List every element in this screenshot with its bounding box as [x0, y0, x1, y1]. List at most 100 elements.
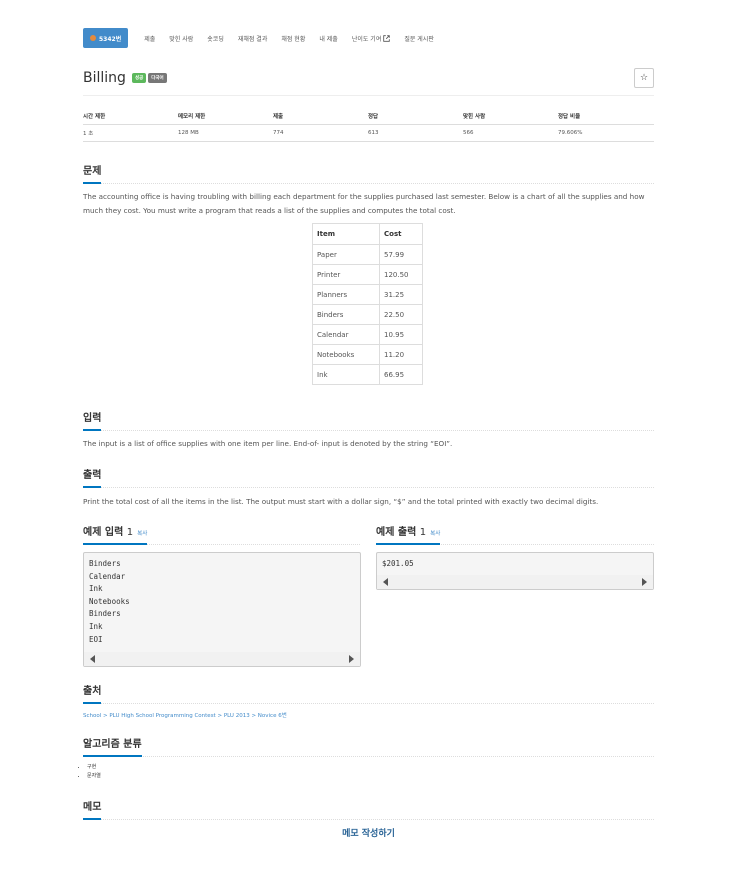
algorithm-tag[interactable]: 구현	[87, 763, 101, 772]
section-title: 알고리즘 분류	[83, 735, 142, 757]
star-icon: ☆	[639, 73, 649, 83]
submissions-count: 774	[273, 130, 284, 136]
cost-cell: 66.95	[379, 364, 423, 385]
info-value-row: 1 초 128 MB 774 613 566 79.606%	[83, 125, 654, 142]
sample-input-line: Ink	[89, 621, 103, 631]
tab-label: 난이도 기여	[351, 35, 382, 43]
cost-cell: 11.20	[379, 344, 423, 365]
cost-cell: 57.99	[379, 244, 423, 265]
solvers-count: 566	[463, 130, 474, 136]
sample-input-label: 예제 입력	[83, 527, 124, 538]
table-row: Paper 57.99	[312, 244, 423, 265]
section-title: 출처	[83, 682, 102, 704]
tab-label: 재채점 결과	[237, 35, 268, 43]
header-time-limit: 시간 제한	[83, 114, 106, 120]
tab-label: 제출	[144, 35, 156, 43]
time-limit: 1 초	[83, 131, 94, 137]
status-badge: 성공	[131, 73, 147, 83]
output-description: Print the total cost of all the items in…	[83, 497, 599, 506]
tab-short-coding[interactable]: 숏코딩	[207, 34, 224, 43]
divider	[83, 95, 654, 96]
tab-rejudge[interactable]: 재채점 결과	[238, 34, 268, 43]
scroll-left-icon[interactable]	[383, 578, 388, 586]
write-memo-link[interactable]: 메모 작성하기	[83, 826, 654, 839]
header-submissions: 제출	[273, 114, 284, 120]
item-cell: Paper	[312, 244, 380, 265]
copy-input-link[interactable]: 복사	[137, 531, 147, 537]
algorithm-list: 구현 문자열	[73, 763, 101, 781]
header-solvers: 맞힌 사람	[463, 114, 486, 120]
tab-problem[interactable]: 5342번	[83, 28, 129, 48]
tab-status[interactable]: 채점 현황	[281, 34, 305, 43]
accept-ratio: 79.606%	[558, 130, 583, 136]
sample-input-line: Notebooks	[89, 596, 130, 606]
table-row: Calendar 10.95	[312, 324, 423, 345]
item-cell: Ink	[312, 364, 380, 385]
problem-title: Billing	[83, 70, 126, 86]
tab-difficulty[interactable]: 난이도 기여	[352, 34, 391, 43]
algorithm-tag[interactable]: 문자열	[87, 772, 101, 781]
tab-board[interactable]: 질문 게시판	[404, 34, 434, 43]
language-badge: 다국어	[148, 73, 167, 83]
input-description: The input is a list of office supplies w…	[83, 439, 453, 448]
header-item: Item	[312, 223, 380, 245]
section-problem: 문제	[83, 159, 654, 184]
section-title: 예제 입력 1 복사	[83, 523, 148, 545]
section-sample-input: 예제 입력 1 복사	[83, 520, 360, 545]
sample-output-label: 예제 출력	[376, 527, 417, 538]
header-accepted: 정답	[368, 114, 379, 120]
section-title: 예제 출력 1 복사	[376, 523, 441, 545]
item-cell: Notebooks	[312, 344, 380, 365]
star-button[interactable]: ☆	[634, 68, 654, 88]
tab-my-submissions[interactable]: 내 제출	[319, 34, 337, 43]
copy-output-link[interactable]: 복사	[430, 531, 440, 537]
section-sample-output: 예제 출력 1 복사	[376, 520, 654, 545]
sample-input-line: Calendar	[89, 571, 126, 581]
scroll-right-icon[interactable]	[349, 655, 354, 663]
cost-cell: 22.50	[379, 304, 423, 325]
cost-cell: 10.95	[379, 324, 423, 345]
item-cell: Printer	[312, 264, 380, 285]
tab-label: 내 제출	[319, 35, 338, 43]
tab-label: 숏코딩	[207, 35, 224, 43]
table-header-row: Item Cost	[312, 223, 423, 245]
tier-icon	[90, 35, 96, 41]
item-cell: Calendar	[312, 324, 380, 345]
problem-number: 5342번	[99, 35, 122, 43]
tab-submit[interactable]: 제출	[144, 34, 155, 43]
source-breadcrumb[interactable]: School > PLU High School Programming Con…	[83, 711, 287, 719]
cost-table: Item Cost Paper 57.99 Printer 120.50 Plann…	[312, 223, 423, 385]
scroll-right-icon[interactable]	[642, 578, 647, 586]
sample-input-box[interactable]: Binders Calendar Ink Notebooks Binders I…	[83, 552, 361, 667]
section-algorithm: 알고리즘 분류	[83, 732, 654, 757]
section-title: 문제	[83, 162, 102, 184]
accepted-count: 613	[368, 130, 379, 136]
section-title: 입력	[83, 409, 102, 431]
cost-cell: 120.50	[379, 264, 423, 285]
section-source: 출처	[83, 679, 654, 704]
table-row: Binders 22.50	[312, 304, 423, 325]
sample-output-box[interactable]: $201.05	[376, 552, 654, 590]
scroll-left-icon[interactable]	[90, 655, 95, 663]
table-row: Printer 120.50	[312, 264, 423, 285]
header-ratio: 정답 비율	[558, 114, 581, 120]
sample-output-line: $201.05	[382, 559, 414, 568]
section-output: 출력	[83, 463, 654, 488]
tab-label: 맞힌 사람	[169, 35, 194, 43]
sample-number: 1	[126, 527, 134, 538]
horizontal-scrollbar[interactable]	[377, 575, 653, 589]
table-row: Ink 66.95	[312, 364, 423, 385]
item-cell: Binders	[312, 304, 380, 325]
section-title: 출력	[83, 466, 102, 488]
memory-limit: 128 MB	[178, 130, 199, 136]
section-title: 메모	[83, 798, 102, 820]
table-row: Notebooks 11.20	[312, 344, 423, 365]
tab-solvers[interactable]: 맞힌 사람	[169, 34, 193, 43]
title-row: Billing 성공 다국어 ☆	[83, 68, 654, 88]
external-link-icon	[383, 34, 391, 42]
horizontal-scrollbar[interactable]	[84, 652, 360, 666]
sample-input-line: Ink	[89, 584, 103, 594]
sample-input-line: EOI	[89, 634, 103, 644]
problem-nav: 5342번 제출 맞힌 사람 숏코딩 재채점 결과 채점 현황 내 제출 난이도…	[83, 28, 448, 48]
item-cell: Planners	[312, 284, 380, 305]
